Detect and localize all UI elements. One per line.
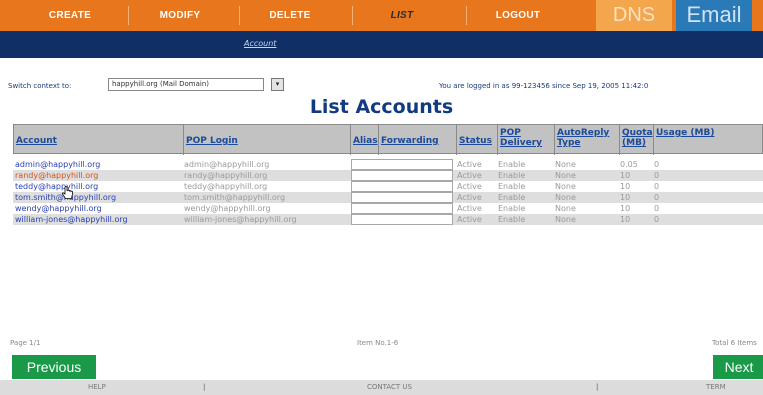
page-indicator: Page 1/1 xyxy=(10,339,41,347)
login-info: You are logged in as 99-123456 since Sep… xyxy=(439,82,649,90)
autoreply-type: None xyxy=(555,182,576,191)
context-label: Switch context to: xyxy=(8,82,72,90)
table-row: admin@happyhill.org admin@happyhill.org … xyxy=(13,159,763,170)
usage: 0 xyxy=(654,204,660,213)
autoreply-type: None xyxy=(555,171,576,180)
status: Active xyxy=(457,171,482,180)
item-range: Item No.1-6 xyxy=(357,339,399,347)
col-status[interactable]: Status xyxy=(456,125,497,155)
nav-divider xyxy=(239,6,240,25)
col-pop-delivery[interactable]: POP Delivery xyxy=(497,125,554,155)
account-link[interactable]: tom.smith@happyhill.org xyxy=(15,192,181,203)
footer-separator: | xyxy=(596,383,599,391)
quota: 10 xyxy=(620,193,631,202)
sub-nav: Account xyxy=(0,31,763,58)
nav-create[interactable]: CREATE xyxy=(30,0,110,31)
context-select[interactable]: happyhill.org (Mail Domain) xyxy=(108,78,264,91)
status: Active xyxy=(457,204,482,213)
footer-help-link[interactable]: HELP xyxy=(88,383,106,391)
status: Active xyxy=(457,193,482,202)
nav-modify[interactable]: MODIFY xyxy=(140,0,220,31)
nav-divider xyxy=(128,6,129,25)
account-link[interactable]: teddy@happyhill.org xyxy=(15,181,181,192)
footer-term-link[interactable]: TERM xyxy=(706,383,726,391)
quota: 10 xyxy=(620,171,631,180)
quota: 0.05 xyxy=(620,160,638,169)
table-row: randy@happyhill.org randy@happyhill.org … xyxy=(13,170,763,181)
account-link[interactable]: william-jones@happyhill.org xyxy=(15,214,183,225)
nav-list[interactable]: LIST xyxy=(362,0,442,31)
pop-login: randy@happyhill.org xyxy=(184,171,268,180)
nav-logout[interactable]: LOGOUT xyxy=(478,0,558,31)
pop-delivery: Enable xyxy=(498,160,526,169)
usage: 0 xyxy=(654,193,660,202)
pop-login: wendy@happyhill.org xyxy=(184,204,271,213)
col-account[interactable]: Account xyxy=(14,125,183,155)
forwarding-cell xyxy=(351,159,453,170)
forwarding-cell xyxy=(351,192,453,203)
col-usage[interactable]: Usage (MB) xyxy=(653,125,763,155)
footer-contact-link[interactable]: CONTACT US xyxy=(367,383,412,391)
pop-delivery: Enable xyxy=(498,215,526,224)
status: Active xyxy=(457,215,482,224)
forwarding-cell xyxy=(351,214,453,225)
pop-delivery: Enable xyxy=(498,193,526,202)
previous-button[interactable]: Previous xyxy=(12,355,96,379)
quota: 10 xyxy=(620,182,631,191)
pop-login: tom.smith@happyhill.org xyxy=(184,193,286,202)
pop-delivery: Enable xyxy=(498,204,526,213)
account-link[interactable]: wendy@happyhill.org xyxy=(15,203,181,214)
col-quota[interactable]: Quota (MB) xyxy=(619,125,653,155)
status: Active xyxy=(457,160,482,169)
usage: 0 xyxy=(654,171,660,180)
subnav-account-link[interactable]: Account xyxy=(244,39,276,48)
status: Active xyxy=(457,182,482,191)
autoreply-type: None xyxy=(555,160,576,169)
pop-login: admin@happyhill.org xyxy=(184,160,270,169)
quota: 10 xyxy=(620,215,631,224)
account-link[interactable]: randy@happyhill.org xyxy=(15,170,181,181)
pop-login: teddy@happyhill.org xyxy=(184,182,268,191)
forwarding-cell xyxy=(351,170,453,181)
autoreply-type: None xyxy=(555,204,576,213)
table-row: william-jones@happyhill.org william-jone… xyxy=(13,214,763,225)
col-forwarding[interactable]: Forwarding xyxy=(378,125,456,155)
nav-delete[interactable]: DELETE xyxy=(250,0,330,31)
total-items: Total 6 Items xyxy=(712,339,757,347)
footer-bar: HELP | CONTACT US | TERM xyxy=(0,380,763,395)
table-row: teddy@happyhill.org teddy@happyhill.org … xyxy=(13,181,763,192)
next-button[interactable]: Next xyxy=(713,355,763,379)
forwarding-cell xyxy=(351,203,453,214)
autoreply-type: None xyxy=(555,215,576,224)
pop-delivery: Enable xyxy=(498,182,526,191)
table-row: tom.smith@happyhill.org tom.smith@happyh… xyxy=(13,192,763,203)
usage: 0 xyxy=(654,215,660,224)
autoreply-type: None xyxy=(555,193,576,202)
dropdown-arrow-icon[interactable]: ▾ xyxy=(271,78,284,91)
table-header: Account POP Login Alias Forwarding Statu… xyxy=(13,124,763,155)
pop-login: william-jones@happyhill.org xyxy=(184,215,297,224)
pop-delivery: Enable xyxy=(498,171,526,180)
col-alias[interactable]: Alias xyxy=(350,125,378,155)
table-row: wendy@happyhill.org wendy@happyhill.org … xyxy=(13,203,763,214)
hand-cursor-icon xyxy=(61,186,73,199)
usage: 0 xyxy=(654,160,660,169)
account-link[interactable]: admin@happyhill.org xyxy=(15,159,181,170)
col-pop-login[interactable]: POP Login xyxy=(183,125,350,155)
nav-divider xyxy=(466,6,467,25)
forwarding-cell xyxy=(351,181,453,192)
usage: 0 xyxy=(654,182,660,191)
col-autoreply[interactable]: AutoReply Type xyxy=(554,125,619,155)
quota: 10 xyxy=(620,204,631,213)
page-title: List Accounts xyxy=(309,96,454,118)
footer-separator: | xyxy=(203,383,206,391)
nav-divider xyxy=(352,6,353,25)
